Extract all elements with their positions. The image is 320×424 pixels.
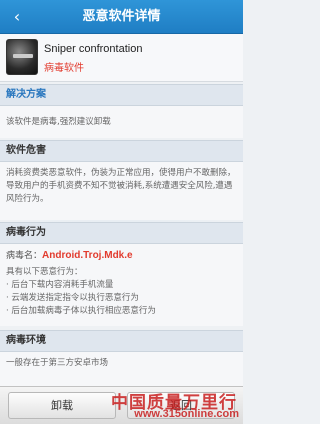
virus-tag: 病毒软件 <box>44 63 84 74</box>
environment-text: 一般存在于第三方安卓市场 <box>0 352 243 386</box>
behavior-item: · 云端发送指定指令以执行恶意行为 <box>6 293 139 303</box>
harm-text: 消耗资费类恶意软件，伪装为正常应用，使得用户不敢删除，导致用户的手机资费不知不觉… <box>0 162 243 220</box>
virus-name: Android.Troj.Mdk.e <box>42 250 133 261</box>
virus-name-label: 病毒名： <box>6 251 43 261</box>
environment-heading: 病毒环境 <box>0 330 243 352</box>
behavior-intro: 具有以下恶意行为： <box>6 267 83 277</box>
behavior-heading: 病毒行为 <box>0 222 243 244</box>
app-icon <box>6 39 38 75</box>
app-name: Sniper confrontation <box>44 43 143 55</box>
bottom-bar: 卸载 返回 <box>0 386 243 424</box>
virus-name-line: 病毒名：Android.Troj.Mdk.e <box>6 249 237 263</box>
behavior-item: · 后台加载病毒子体以执行相应恶意行为 <box>6 306 156 316</box>
solution-heading: 解决方案 <box>0 84 243 106</box>
app-header: Sniper confrontation 病毒软件 <box>0 34 243 82</box>
behavior-item: · 后台下载内容消耗手机流量 <box>6 280 114 290</box>
title-bar: ‹ 恶意软件详情 <box>0 0 243 34</box>
uninstall-button[interactable]: 卸载 <box>8 392 116 419</box>
back-button[interactable]: 返回 <box>127 392 235 419</box>
solution-text: 该软件是病毒,强烈建议卸载 <box>0 106 243 138</box>
behavior-body: 病毒名：Android.Troj.Mdk.e 具有以下恶意行为： · 后台下载内… <box>0 244 243 326</box>
harm-heading: 软件危害 <box>0 140 243 162</box>
page-title: 恶意软件详情 <box>82 9 161 24</box>
